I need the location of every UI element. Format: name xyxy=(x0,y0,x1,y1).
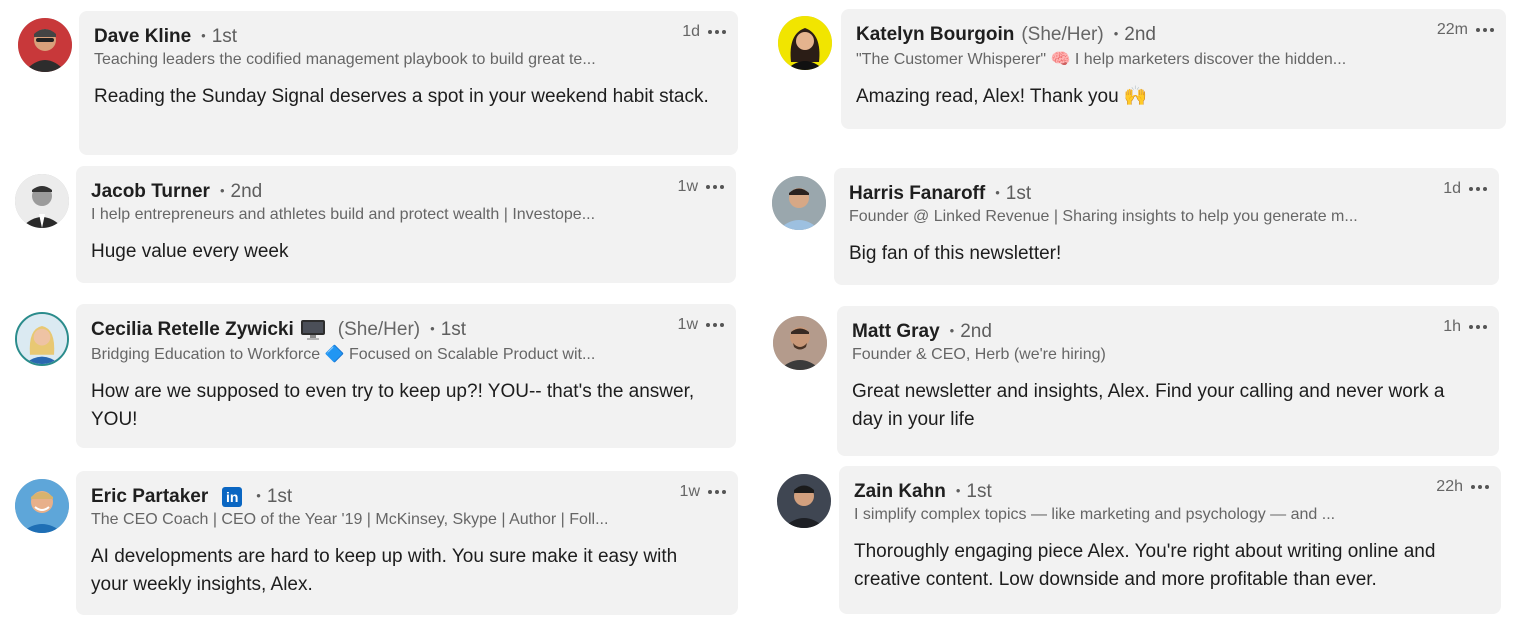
timestamp: 1w xyxy=(679,483,700,500)
author-headline: "The Customer Whisperer" 🧠 I help market… xyxy=(856,51,1347,68)
comment-card: Matt Gray 2nd Founder & CEO, Herb (we're… xyxy=(837,306,1499,456)
comment-card: Harris Fanaroff 1st Founder @ Linked Rev… xyxy=(834,168,1499,285)
avatar[interactable] xyxy=(773,316,827,370)
more-options-icon[interactable] xyxy=(708,26,726,38)
more-options-icon[interactable] xyxy=(706,319,724,331)
timestamp: 1w xyxy=(677,316,698,333)
avatar[interactable] xyxy=(18,18,72,72)
more-options-icon[interactable] xyxy=(1471,481,1489,493)
avatar-photo xyxy=(773,316,827,370)
comment-text: Great newsletter and insights, Alex. Fin… xyxy=(852,381,1445,430)
comment-text: How are we supposed to even try to keep … xyxy=(91,381,695,430)
author-headline: Bridging Education to Workforce 🔷 Focuse… xyxy=(91,346,596,363)
more-options-icon[interactable] xyxy=(1469,183,1487,195)
timestamp: 1d xyxy=(1443,180,1461,197)
connection-degree: 1st xyxy=(430,319,466,341)
author-name[interactable]: Harris Fanaroff xyxy=(849,183,985,205)
avatar[interactable] xyxy=(777,474,831,528)
linkedin-icon: in xyxy=(222,487,243,507)
timestamp: 1h xyxy=(1443,318,1461,335)
connection-degree: 2nd xyxy=(220,181,263,203)
timestamp: 22h xyxy=(1436,478,1463,495)
comment-card: Zain Kahn 1st I simplify complex topics … xyxy=(839,466,1501,614)
author-headline: The CEO Coach | CEO of the Year '19 | Mc… xyxy=(91,511,609,528)
comment-text: Huge value every week xyxy=(91,241,289,262)
connection-degree: 1st xyxy=(256,486,292,508)
comment-text: Reading the Sunday Signal deserves a spo… xyxy=(94,86,709,107)
author-name[interactable]: Cecilia Retelle Zywicki xyxy=(91,319,294,341)
avatar[interactable] xyxy=(15,479,69,533)
avatar[interactable] xyxy=(15,174,69,228)
author-name[interactable]: Eric Partaker xyxy=(91,486,208,508)
avatar-photo xyxy=(17,314,67,364)
author-headline: Founder & CEO, Herb (we're hiring) xyxy=(852,346,1106,363)
avatar-photo xyxy=(15,479,69,533)
comment-text: Big fan of this newsletter! xyxy=(849,243,1062,264)
avatar[interactable] xyxy=(778,16,832,70)
connection-degree: 1st xyxy=(201,26,237,48)
connection-degree: 1st xyxy=(995,183,1031,205)
avatar-photo xyxy=(15,174,69,228)
avatar-photo xyxy=(778,16,832,70)
comment-card: Eric Partaker in 1st The CEO Coach | CEO… xyxy=(76,471,738,615)
timestamp: 22m xyxy=(1436,21,1468,38)
connection-degree: 1st xyxy=(956,481,991,503)
author-name[interactable]: Jacob Turner xyxy=(91,181,210,203)
avatar-photo xyxy=(772,176,826,230)
timestamp: 1d xyxy=(682,23,700,40)
author-name[interactable]: Dave Kline xyxy=(94,26,191,48)
avatar-photo xyxy=(18,18,72,72)
comment-card: Cecilia Retelle Zywicki (She/Her) 1st Br… xyxy=(76,304,736,448)
avatar[interactable] xyxy=(772,176,826,230)
pronouns: (She/Her) xyxy=(337,319,421,340)
pronouns: (She/Her) xyxy=(1021,24,1104,45)
more-options-icon[interactable] xyxy=(708,486,726,498)
author-name[interactable]: Katelyn Bourgoin xyxy=(856,24,1014,46)
more-options-icon[interactable] xyxy=(1476,24,1494,36)
connection-degree: 2nd xyxy=(950,321,992,343)
author-name[interactable]: Zain Kahn xyxy=(854,481,946,503)
connection-degree: 2nd xyxy=(1114,24,1156,46)
timestamp: 1w xyxy=(677,178,698,195)
comment-card: Dave Kline 1st Teaching leaders the codi… xyxy=(79,11,738,155)
author-name[interactable]: Matt Gray xyxy=(852,321,940,343)
author-headline: I simplify complex topics — like marketi… xyxy=(854,506,1336,523)
avatar[interactable] xyxy=(15,312,69,366)
avatar-photo xyxy=(777,474,831,528)
comment-card: Jacob Turner 2nd I help entrepreneurs an… xyxy=(76,166,736,283)
comment-text: Amazing read, Alex! Thank you 🙌 xyxy=(856,86,1148,107)
comment-text: Thoroughly engaging piece Alex. You're r… xyxy=(854,541,1436,590)
author-headline: Founder @ Linked Revenue | Sharing insig… xyxy=(849,208,1358,225)
comment-text: AI developments are hard to keep up with… xyxy=(91,546,678,595)
monitor-icon xyxy=(300,319,326,341)
more-options-icon[interactable] xyxy=(706,181,724,193)
author-headline: I help entrepreneurs and athletes build … xyxy=(91,206,596,223)
author-headline: Teaching leaders the codified management… xyxy=(94,51,596,68)
more-options-icon[interactable] xyxy=(1469,321,1487,333)
comment-card: Katelyn Bourgoin (She/Her) 2nd "The Cust… xyxy=(841,9,1506,129)
